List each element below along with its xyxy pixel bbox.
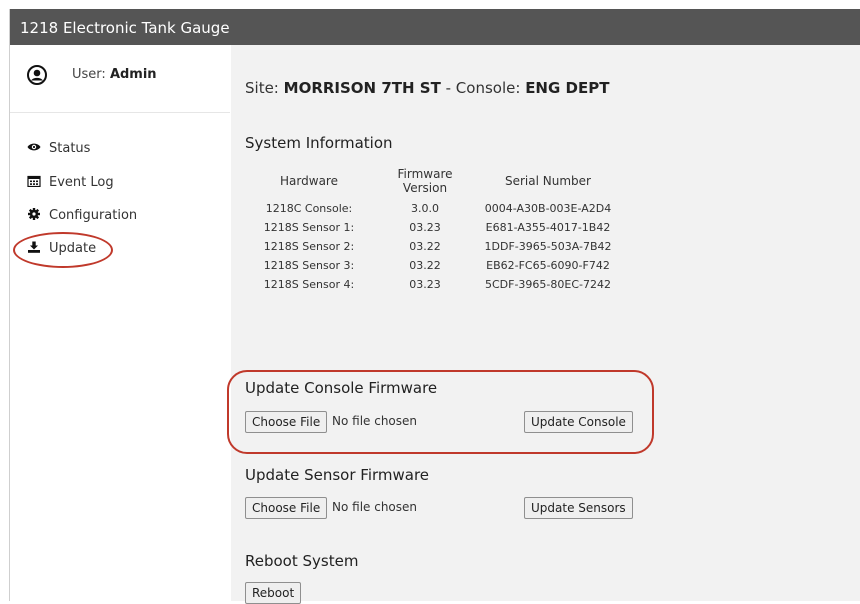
sidebar: User: Admin Status Event Log Configurati… bbox=[10, 45, 230, 601]
site-label: Site: bbox=[245, 79, 279, 97]
table-row: 1218S Sensor 3: 03.22 EB62-FC65-6090-F74… bbox=[245, 256, 619, 275]
system-information-table: Hardware Firmware Version Serial Number … bbox=[245, 163, 619, 294]
table-row: 1218C Console: 3.0.0 0004-A30B-003E-A2D4 bbox=[245, 199, 619, 218]
calendar-icon bbox=[27, 175, 41, 187]
serial-number-header: Serial Number bbox=[505, 174, 591, 188]
sidebar-item-label: Event Log bbox=[49, 175, 114, 190]
update-console-button[interactable]: Update Console bbox=[524, 411, 633, 433]
sidebar-item-configuration[interactable]: Configuration bbox=[27, 208, 137, 228]
hardware-cell: 1218S Sensor 2: bbox=[263, 240, 355, 253]
console-no-file-text: No file chosen bbox=[332, 414, 418, 428]
update-sensors-button[interactable]: Update Sensors bbox=[524, 497, 633, 519]
console-value: ENG DEPT bbox=[525, 79, 610, 97]
firmware-version-header: Firmware Version bbox=[373, 163, 477, 199]
console-choose-file-button[interactable]: Choose File bbox=[245, 411, 328, 433]
hardware-cell: 1218S Sensor 3: bbox=[263, 259, 355, 272]
hardware-header: Hardware bbox=[280, 174, 338, 188]
serial-cell: 5CDF-3965-80EC-7242 bbox=[484, 278, 611, 291]
update-sensor-firmware-title: Update Sensor Firmware bbox=[245, 466, 430, 484]
user-label-prefix: User: bbox=[72, 67, 106, 82]
serial-cell: 0004-A30B-003E-A2D4 bbox=[484, 202, 612, 215]
site-console-line: Site: MORRISON 7TH ST - Console: ENG DEP… bbox=[245, 79, 609, 97]
hardware-cell: 1218S Sensor 1: bbox=[263, 221, 355, 234]
serial-cell: 1DDF-3965-503A-7B42 bbox=[484, 240, 612, 253]
sensor-choose-file-button[interactable]: Choose File bbox=[245, 497, 328, 519]
firmware-cell: 03.22 bbox=[409, 259, 441, 272]
update-highlight-annotation bbox=[13, 232, 113, 268]
hardware-cell: 1218S Sensor 4: bbox=[263, 278, 355, 291]
app-title: 1218 Electronic Tank Gauge bbox=[20, 19, 230, 37]
serial-cell: EB62-FC65-6090-F742 bbox=[486, 259, 610, 272]
sidebar-item-status[interactable]: Status bbox=[27, 141, 90, 161]
user-label: User: Admin bbox=[72, 67, 157, 82]
console-label: Console: bbox=[455, 79, 521, 97]
site-value: MORRISON 7TH ST bbox=[283, 79, 441, 97]
table-row: 1218S Sensor 1: 03.23 E681-A355-4017-1B4… bbox=[245, 218, 619, 237]
table-row: 1218S Sensor 4: 03.23 5CDF-3965-80EC-724… bbox=[245, 275, 619, 294]
firmware-header-line1: Firmware bbox=[397, 167, 453, 181]
site-separator: - bbox=[445, 79, 452, 97]
gear-icon bbox=[28, 208, 40, 220]
eye-icon bbox=[27, 143, 41, 151]
sensor-no-file-text: No file chosen bbox=[332, 500, 418, 514]
firmware-header-line2: Version bbox=[402, 181, 448, 195]
sidebar-item-label: Status bbox=[49, 141, 91, 156]
update-console-firmware-title: Update Console Firmware bbox=[245, 379, 438, 397]
hardware-cell: 1218C Console: bbox=[265, 202, 353, 215]
firmware-cell: 3.0.0 bbox=[411, 202, 439, 215]
serial-cell: E681-A355-4017-1B42 bbox=[485, 221, 611, 234]
main-content: Site: MORRISON 7TH ST - Console: ENG DEP… bbox=[227, 45, 860, 604]
firmware-cell: 03.22 bbox=[409, 240, 441, 253]
app-header: 1218 Electronic Tank Gauge bbox=[10, 9, 860, 45]
user-info: User: Admin bbox=[10, 45, 230, 113]
user-avatar-icon bbox=[27, 65, 47, 85]
reboot-system-title: Reboot System bbox=[245, 552, 359, 570]
system-information-title: System Information bbox=[245, 134, 393, 152]
firmware-cell: 03.23 bbox=[409, 221, 441, 234]
table-header-row: Hardware Firmware Version Serial Number bbox=[245, 163, 619, 199]
sidebar-item-event-log[interactable]: Event Log bbox=[27, 175, 114, 195]
table-row: 1218S Sensor 2: 03.22 1DDF-3965-503A-7B4… bbox=[245, 237, 619, 256]
user-name: Admin bbox=[109, 67, 157, 82]
firmware-cell: 03.23 bbox=[409, 278, 441, 291]
sidebar-item-label: Configuration bbox=[49, 208, 138, 223]
